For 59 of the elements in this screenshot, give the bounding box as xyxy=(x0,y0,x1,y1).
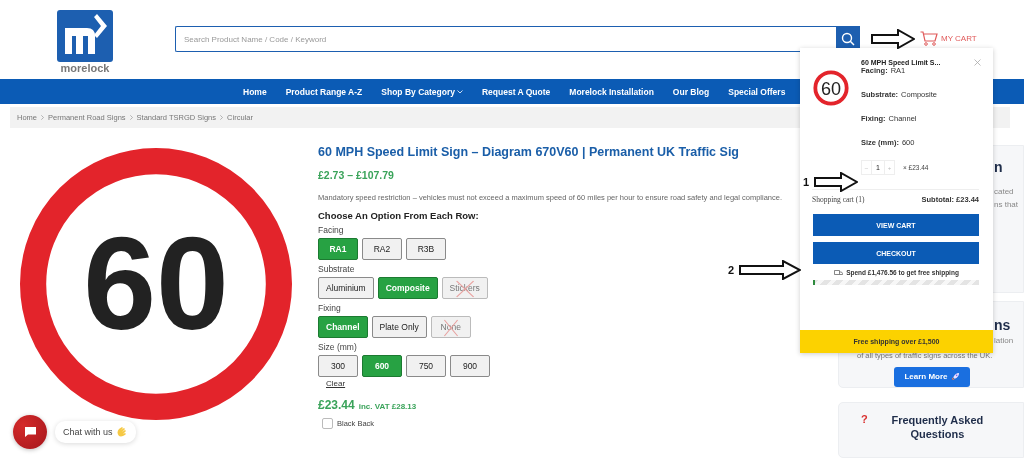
chat-button[interactable] xyxy=(13,415,47,449)
nav-link[interactable]: Request A Quote xyxy=(482,86,551,97)
logo-text: morelock xyxy=(60,62,110,74)
option-button[interactable]: RA2 xyxy=(362,238,402,260)
nav-link[interactable]: Home xyxy=(243,86,267,97)
option-label: Substrate xyxy=(318,264,355,275)
nav-link[interactable]: Our Blog xyxy=(672,86,710,97)
search-icon xyxy=(841,32,855,46)
chevron-icon xyxy=(129,115,133,120)
option-button[interactable]: Aluminium xyxy=(318,277,374,299)
option-button[interactable]: Plate Only xyxy=(371,316,427,338)
logo-icon[interactable] xyxy=(57,10,113,62)
card-text: lation xyxy=(994,334,1015,347)
price: £23.44 xyxy=(318,398,355,412)
clear-link[interactable]: Clear xyxy=(326,379,820,388)
close-icon xyxy=(974,59,981,66)
nav-link[interactable]: Morelock Installation xyxy=(569,86,654,97)
rocket-icon xyxy=(950,372,960,382)
cart-icon xyxy=(920,31,938,46)
option-button[interactable]: 900 xyxy=(450,355,490,377)
card-heading: ns xyxy=(994,315,1012,334)
card-heading: n xyxy=(994,158,1004,177)
option-label: Size (mm) xyxy=(318,342,357,353)
chat-icon xyxy=(23,426,37,438)
nav-link[interactable]: Special Offers xyxy=(728,86,786,97)
speed-sign-thumbnail: 60 xyxy=(812,69,850,107)
cart-link[interactable]: MY CART xyxy=(920,31,977,46)
question-mark: ? xyxy=(861,412,868,425)
annotation-number: 1 xyxy=(803,176,810,188)
caret-icon xyxy=(457,90,463,94)
chevron-icon xyxy=(220,115,224,120)
checkbox[interactable] xyxy=(322,418,333,429)
chat-label[interactable]: Chat with us xyxy=(55,421,136,443)
chevron-icon xyxy=(41,115,44,120)
card-heading: Frequently Asked Questions xyxy=(890,412,985,441)
option-button[interactable]: R3B xyxy=(406,238,446,260)
card-text: cated xyxy=(994,186,1015,198)
option-button[interactable]: 750 xyxy=(406,355,446,377)
options-heading: Choose An Option From Each Row: xyxy=(318,210,480,221)
option-button[interactable]: 300 xyxy=(318,355,358,377)
option-button[interactable]: Channel xyxy=(318,316,368,338)
option-button[interactable]: RA1 xyxy=(318,238,358,260)
vat-price: inc. VAT £28.13 xyxy=(358,402,417,411)
price-range: £2.73 – £107.79 xyxy=(318,169,395,181)
option-label: Fixing xyxy=(318,303,341,314)
option-button[interactable]: 600 xyxy=(362,355,402,377)
speed-sign-drawing: 60 xyxy=(20,148,292,420)
annotation-number: 2 xyxy=(728,264,735,276)
option-label: Facing xyxy=(318,225,344,236)
card-text: ns that xyxy=(994,199,1019,211)
nav-link[interactable]: Shop By Category xyxy=(381,86,463,97)
learn-more-button[interactable]: Learn More xyxy=(894,366,970,387)
annotation-arrow xyxy=(814,172,859,192)
search-field[interactable]: Search Product Name / Code / Keyword xyxy=(175,26,836,52)
truck-icon xyxy=(834,269,844,276)
product-title: 60 MPH Speed Limit Sign – Diagram 670V60 | Permanent UK Traffic Sig xyxy=(318,144,740,160)
waving-hand-icon xyxy=(115,426,128,438)
option-button[interactable]: Composite xyxy=(377,277,438,299)
nav-link[interactable]: Product Range A-Z xyxy=(285,86,363,97)
